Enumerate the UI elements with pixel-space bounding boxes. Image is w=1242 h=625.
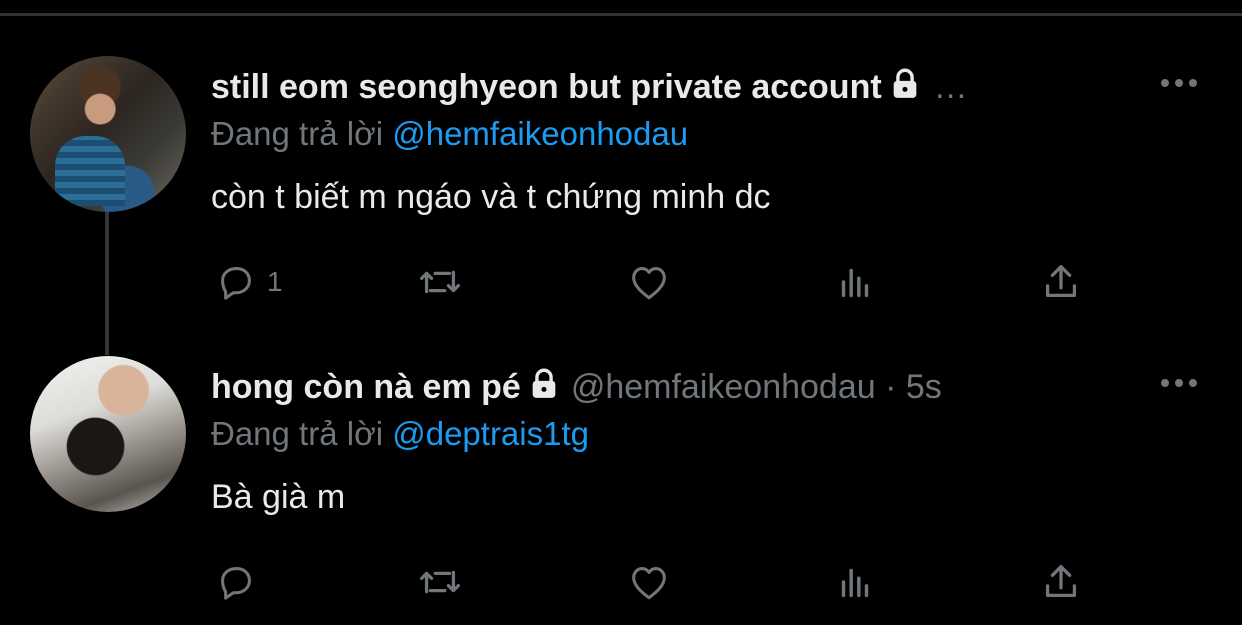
like-button[interactable]: [626, 257, 672, 307]
share-icon: [1045, 565, 1077, 598]
name-truncation: …: [933, 68, 968, 106]
display-name[interactable]: hong còn nà em pé: [211, 368, 521, 406]
retweet-icon: [419, 270, 461, 294]
replying-label: Đang trả lời: [211, 115, 384, 152]
avatar[interactable]: [30, 56, 186, 212]
tweet-text: còn t biết m ngáo và t chứng minh dc: [211, 178, 771, 216]
heart-icon: [632, 267, 666, 300]
views-icon: [841, 568, 869, 598]
avatar[interactable]: [30, 356, 186, 512]
like-button[interactable]: [626, 557, 672, 607]
mention-link[interactable]: @deptrais1tg: [392, 415, 589, 452]
display-name[interactable]: still eom seonghyeon but private account: [211, 68, 882, 106]
share-icon: [1045, 265, 1077, 298]
share-button[interactable]: [1038, 257, 1084, 307]
mention-link[interactable]: @hemfaikeonhodau: [392, 115, 688, 152]
retweet-button[interactable]: [417, 257, 463, 307]
views-button[interactable]: [832, 257, 878, 307]
more-icon[interactable]: [1160, 76, 1198, 90]
replying-to: Đang trả lời @deptrais1tg: [211, 414, 589, 454]
tweet-header: hong còn nà em pé @hemfaikeonhodau · 5s: [211, 366, 942, 409]
replying-label: Đang trả lời: [211, 415, 384, 452]
handle-and-time[interactable]: @hemfaikeonhodau · 5s: [571, 368, 942, 406]
action-bar: 1: [0, 257, 1242, 307]
reply-count: 1: [267, 266, 283, 297]
share-button[interactable]: [1038, 557, 1084, 607]
replying-to: Đang trả lời @hemfaikeonhodau: [211, 114, 688, 154]
tweet-text: Bà già m: [211, 478, 346, 516]
reply-icon: [221, 267, 251, 300]
reply-button[interactable]: 1: [213, 257, 283, 307]
action-bar: [0, 557, 1242, 607]
views-icon: [841, 268, 869, 298]
retweet-button[interactable]: [417, 557, 463, 607]
reply-icon: [221, 567, 251, 600]
heart-icon: [632, 567, 666, 600]
top-divider: [0, 13, 1242, 16]
reply-button[interactable]: [213, 557, 267, 607]
lock-icon: [527, 366, 561, 409]
tweet-header: still eom seonghyeon but private account…: [211, 66, 968, 109]
lock-icon: [888, 66, 922, 109]
more-icon[interactable]: [1160, 376, 1198, 390]
views-button[interactable]: [832, 557, 878, 607]
retweet-icon: [419, 570, 461, 594]
